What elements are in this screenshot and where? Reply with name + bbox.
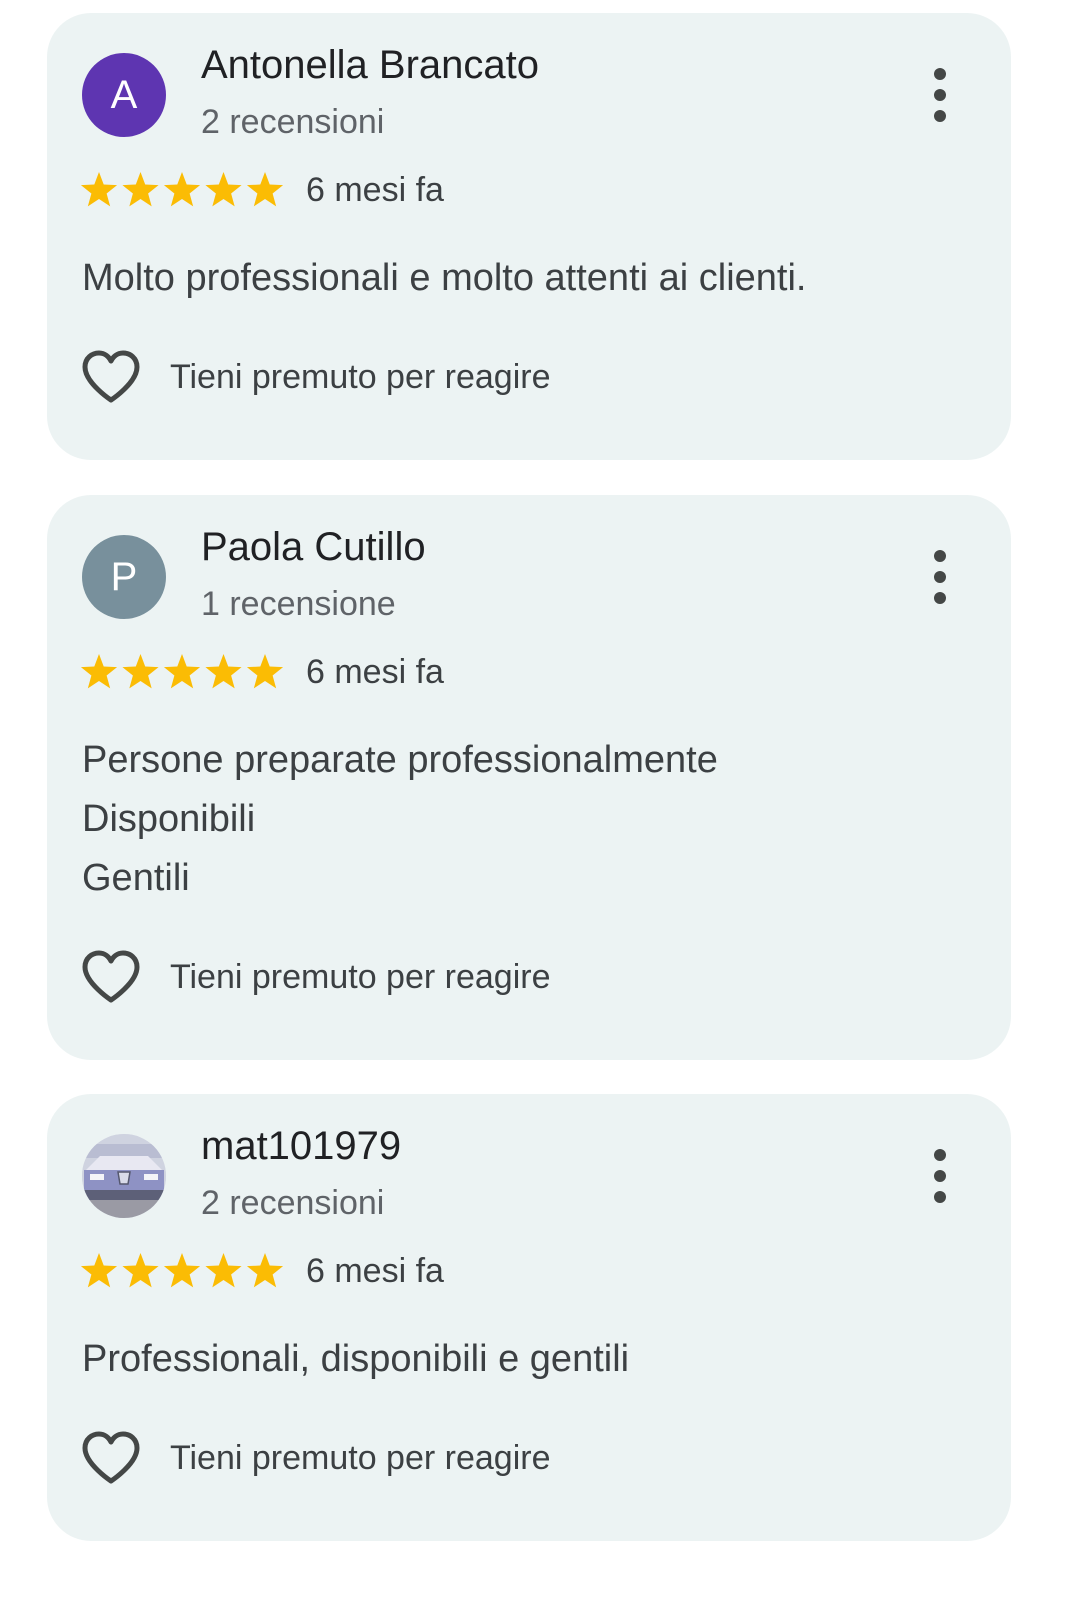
review-time: 6 mesi fa <box>306 171 444 209</box>
review-count: 2 recensioni <box>201 103 385 141</box>
star-rating <box>80 654 284 689</box>
review-count: 2 recensioni <box>201 1184 385 1222</box>
more-vert-icon[interactable] <box>919 65 961 125</box>
review-count: 1 recensione <box>201 585 396 623</box>
star-icon <box>205 654 242 689</box>
react-label: Tieni premuto per reagire <box>170 357 551 396</box>
star-icon <box>80 1253 118 1288</box>
heart-outline-icon <box>82 350 140 403</box>
reviewer-name[interactable]: Paola Cutillo <box>201 525 426 570</box>
star-icon <box>205 1253 242 1288</box>
more-vert-icon[interactable] <box>919 1146 961 1206</box>
review-time: 6 mesi fa <box>306 1252 444 1290</box>
review-card: A Antonella Brancato 2 recensioni 6 mesi… <box>47 13 1011 460</box>
avatar[interactable]: P <box>82 535 166 619</box>
star-icon <box>246 1253 284 1288</box>
star-icon <box>80 172 118 207</box>
review-time: 6 mesi fa <box>306 653 444 691</box>
star-icon <box>122 654 159 689</box>
review-text: Persone preparate professionalmente Disp… <box>82 739 718 899</box>
review-card: P Paola Cutillo 1 recensione 6 mesi fa P… <box>47 495 1011 1060</box>
star-icon <box>246 654 284 689</box>
review-text: Molto professionali e molto attenti ai c… <box>82 257 807 299</box>
react-label: Tieni premuto per reagire <box>170 1438 551 1477</box>
heart-outline-icon <box>82 950 140 1003</box>
more-vert-icon[interactable] <box>919 547 961 607</box>
reviewer-name[interactable]: mat101979 <box>201 1124 401 1169</box>
star-rating <box>80 172 284 207</box>
react-button[interactable]: Tieni premuto per reagire <box>80 1428 550 1488</box>
star-icon <box>163 1253 201 1288</box>
star-icon <box>122 172 159 207</box>
review-card: mat101979 2 recensioni 6 mesi fa Profess… <box>47 1094 1011 1541</box>
star-icon <box>163 172 201 207</box>
avatar[interactable] <box>82 1134 166 1218</box>
star-icon <box>122 1253 159 1288</box>
star-rating <box>80 1253 284 1288</box>
avatar[interactable]: A <box>82 53 166 137</box>
star-icon <box>163 654 201 689</box>
heart-outline-icon <box>82 1431 140 1484</box>
react-button[interactable]: Tieni premuto per reagire <box>80 347 550 407</box>
reviewer-name[interactable]: Antonella Brancato <box>201 43 539 88</box>
star-icon <box>80 654 118 689</box>
star-icon <box>246 172 284 207</box>
react-button[interactable]: Tieni premuto per reagire <box>80 947 550 1007</box>
review-text: Professionali, disponibili e gentili <box>82 1338 630 1380</box>
star-icon <box>205 172 242 207</box>
car-photo <box>82 1134 166 1218</box>
react-label: Tieni premuto per reagire <box>170 957 551 996</box>
